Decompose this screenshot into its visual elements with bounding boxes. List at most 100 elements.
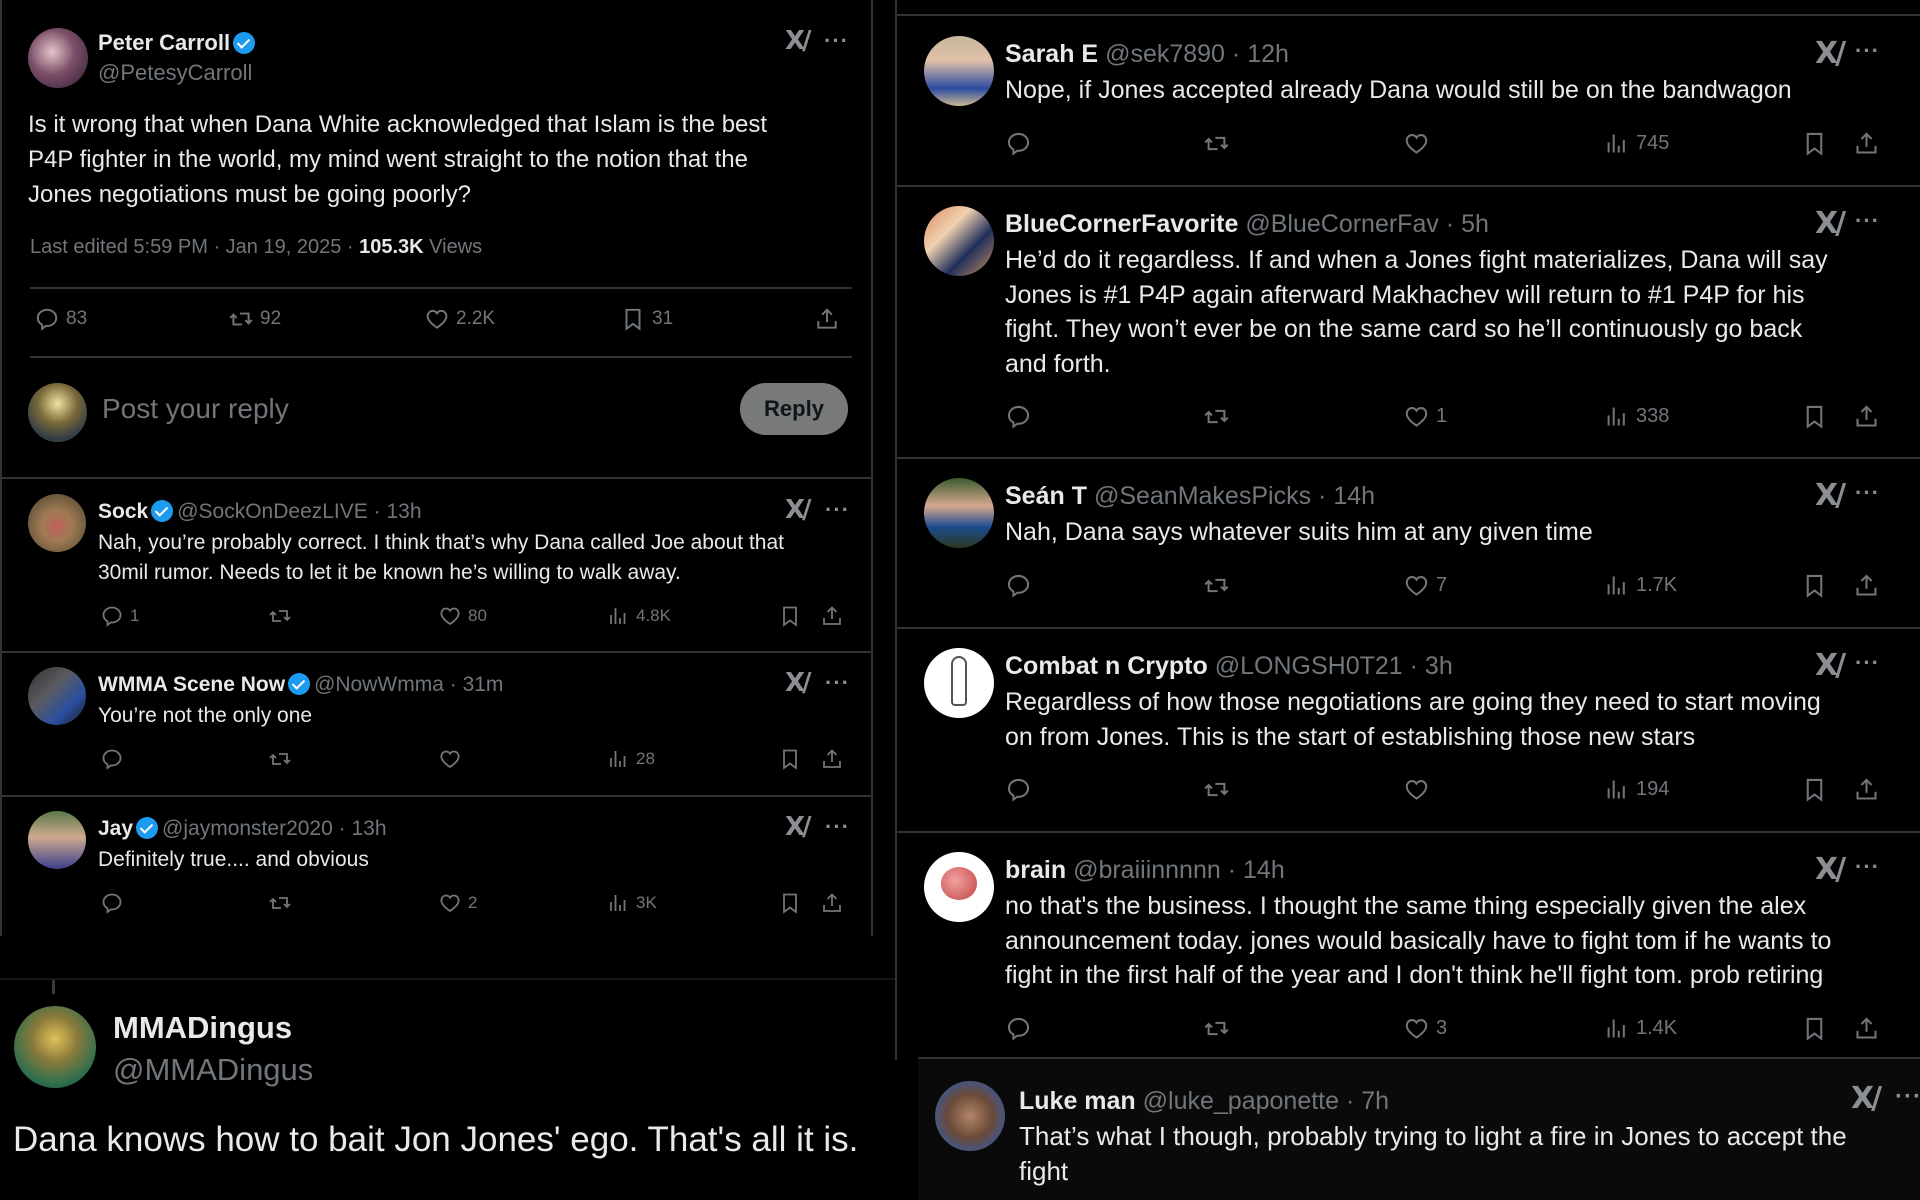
reply-author-handle[interactable]: @LONGSH0T21 <box>1215 652 1403 680</box>
avatar[interactable] <box>924 648 994 718</box>
bookmark-button[interactable] <box>778 604 802 628</box>
grok-icon[interactable]: X/ <box>1815 852 1846 887</box>
reply-card[interactable]: Luke man @luke_paponette · 7h X/ ··· Tha… <box>918 1057 1920 1200</box>
views-button[interactable]: 194 <box>1603 776 1669 803</box>
bookmark-button[interactable] <box>1801 1015 1828 1042</box>
reply-timestamp[interactable]: 13h <box>386 500 421 523</box>
bookmark-button[interactable] <box>778 891 802 915</box>
share-button[interactable] <box>820 891 844 915</box>
avatar[interactable] <box>28 811 86 869</box>
like-button[interactable]: 80 <box>438 604 487 628</box>
repost-button[interactable] <box>268 747 298 771</box>
reply-author-handle[interactable]: @BlueCornerFav <box>1245 210 1439 238</box>
reply-button[interactable] <box>1005 1015 1038 1042</box>
repost-button[interactable] <box>1203 403 1236 430</box>
reply-button[interactable] <box>1005 572 1038 599</box>
views-button[interactable]: 1.4K <box>1603 1015 1677 1042</box>
author-name[interactable]: Peter Carroll <box>98 30 230 55</box>
reply-timestamp[interactable]: 13h <box>351 817 386 840</box>
views-button[interactable]: 745 <box>1603 130 1669 157</box>
reply-timestamp[interactable]: 31m <box>463 673 504 696</box>
bookmark-button[interactable] <box>1801 130 1828 157</box>
repost-button[interactable] <box>1203 1015 1236 1042</box>
grok-icon[interactable]: X/ <box>1815 478 1846 513</box>
views-button[interactable]: 28 <box>606 747 655 771</box>
avatar[interactable] <box>924 206 994 276</box>
quoted-post[interactable]: MMADingus @MMADingus Dana knows how to b… <box>0 978 895 1200</box>
reply-timestamp[interactable]: 14h <box>1333 482 1375 510</box>
bookmark-button[interactable] <box>1801 572 1828 599</box>
more-icon[interactable]: ··· <box>1855 208 1880 234</box>
like-button[interactable] <box>1403 776 1436 803</box>
reply-timestamp[interactable]: 14h <box>1243 856 1285 884</box>
repost-button[interactable]: 92 <box>228 306 281 332</box>
repost-button[interactable] <box>268 891 298 915</box>
grok-icon[interactable]: X/ <box>1851 1081 1882 1116</box>
reply-submit-button[interactable]: Reply <box>740 383 848 435</box>
avatar[interactable] <box>924 852 994 922</box>
reply-author-name[interactable]: WMMA Scene Now <box>98 673 285 696</box>
repost-button[interactable] <box>1203 776 1236 803</box>
views-button[interactable]: 338 <box>1603 403 1669 430</box>
reply-author-name[interactable]: brain <box>1005 856 1066 884</box>
reply-button[interactable] <box>100 747 130 771</box>
quoted-author-name[interactable]: MMADingus <box>113 1010 292 1046</box>
reply-button[interactable]: 83 <box>34 306 87 332</box>
avatar-peter-carroll[interactable] <box>28 28 88 88</box>
quoted-author-handle[interactable]: @MMADingus <box>113 1052 313 1088</box>
reply-button[interactable]: 1 <box>100 604 139 628</box>
repost-button[interactable] <box>1203 572 1236 599</box>
avatar[interactable] <box>935 1081 1005 1151</box>
reply-author-name[interactable]: Combat n Crypto <box>1005 652 1208 680</box>
reply-author-name[interactable]: BlueCornerFavorite <box>1005 210 1238 238</box>
avatar-mmadingus[interactable] <box>14 1006 96 1088</box>
bookmark-button[interactable] <box>778 747 802 771</box>
grok-icon[interactable]: X/ <box>1815 206 1846 241</box>
grok-icon[interactable]: X/ <box>785 26 811 56</box>
grok-icon[interactable]: X/ <box>1815 648 1846 683</box>
share-button[interactable] <box>814 306 840 332</box>
grok-icon[interactable]: X/ <box>785 668 811 698</box>
reply-timestamp[interactable]: 7h <box>1361 1087 1389 1115</box>
more-icon[interactable]: ··· <box>1855 480 1880 506</box>
reply-button[interactable] <box>1005 403 1038 430</box>
share-button[interactable] <box>820 604 844 628</box>
more-icon[interactable]: ··· <box>1855 854 1880 880</box>
reply-author-name[interactable]: Jay <box>98 817 133 840</box>
reply-input[interactable]: Post your reply <box>102 393 289 425</box>
repost-button[interactable] <box>268 604 298 628</box>
bookmark-button[interactable] <box>1801 403 1828 430</box>
share-button[interactable] <box>820 747 844 771</box>
more-icon[interactable]: ··· <box>825 670 850 696</box>
bookmark-button[interactable]: 31 <box>620 306 673 332</box>
more-icon[interactable]: ··· <box>1855 650 1880 676</box>
author-handle[interactable]: @PetesyCarroll <box>98 60 252 86</box>
reply-author-handle[interactable]: @SockOnDeezLIVE <box>177 500 368 523</box>
like-button[interactable]: 2.2K <box>424 306 495 332</box>
avatar[interactable] <box>28 494 86 552</box>
more-icon[interactable]: ··· <box>1895 1083 1920 1111</box>
reply-author-handle[interactable]: @sek7890 <box>1105 40 1225 68</box>
reply-timestamp[interactable]: 12h <box>1247 40 1289 68</box>
more-icon[interactable]: ··· <box>1855 38 1880 64</box>
reply-button[interactable] <box>100 891 130 915</box>
avatar[interactable] <box>924 36 994 106</box>
views-button[interactable]: 3K <box>606 891 657 915</box>
views-button[interactable]: 1.7K <box>1603 572 1677 599</box>
more-icon[interactable]: ··· <box>824 28 849 54</box>
reply-author-handle[interactable]: @jaymonster2020 <box>162 817 333 840</box>
repost-button[interactable] <box>1203 130 1236 157</box>
like-button[interactable]: 7 <box>1403 572 1447 599</box>
reply-author-handle[interactable]: @braiiinnnnn <box>1073 856 1221 884</box>
views-button[interactable]: 4.8K <box>606 604 671 628</box>
reply-author-name[interactable]: Sock <box>98 500 148 523</box>
avatar[interactable] <box>924 478 994 548</box>
reply-author-name[interactable]: Luke man <box>1019 1087 1136 1115</box>
grok-icon[interactable]: X/ <box>1815 36 1846 71</box>
reply-author-handle[interactable]: @SeanMakesPicks <box>1094 482 1311 510</box>
grok-icon[interactable]: X/ <box>785 495 811 525</box>
share-button[interactable] <box>1853 1015 1880 1042</box>
share-button[interactable] <box>1853 572 1880 599</box>
like-button[interactable] <box>438 747 468 771</box>
more-icon[interactable]: ··· <box>825 497 850 523</box>
